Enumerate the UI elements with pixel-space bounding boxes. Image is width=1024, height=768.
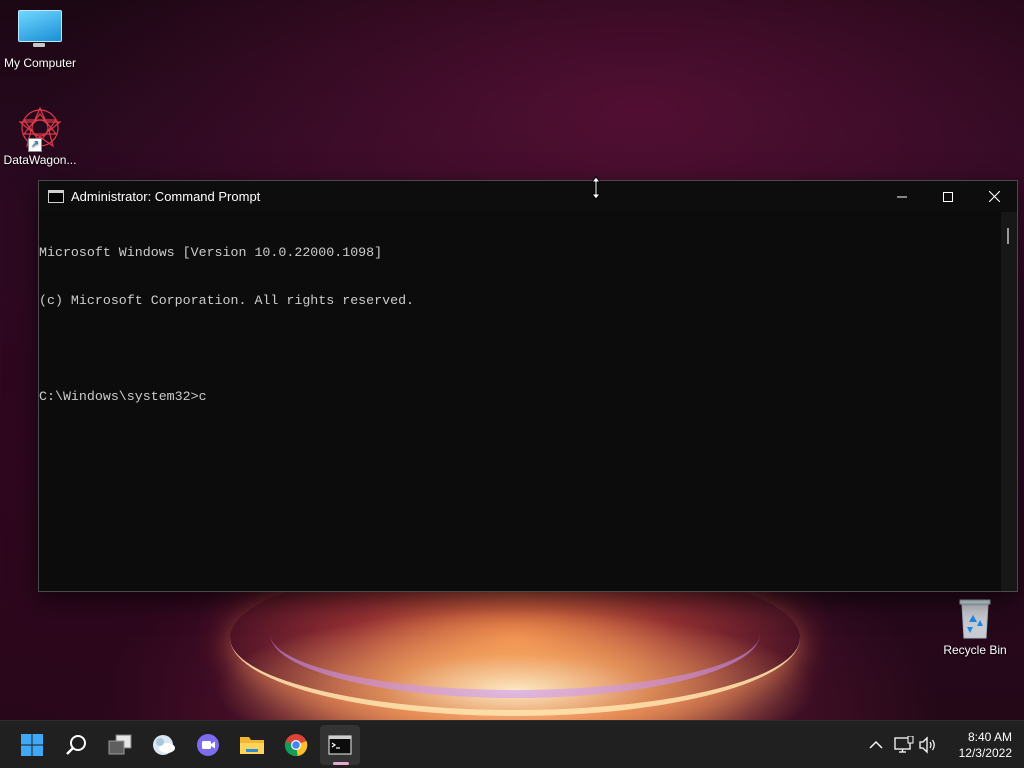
command-prompt-icon (48, 190, 64, 203)
widgets-button[interactable] (144, 725, 184, 765)
shortcut-arrow-icon: ↗ (28, 138, 42, 152)
maximize-button[interactable] (925, 181, 971, 212)
search-button[interactable] (56, 725, 96, 765)
file-explorer-icon (240, 737, 264, 754)
network-icon (894, 736, 914, 753)
datawagon-logo-icon: ↗ (16, 106, 64, 152)
widgets-icon (153, 735, 175, 755)
minimize-button[interactable] (879, 181, 925, 212)
vertical-resize-cursor-icon (590, 176, 602, 200)
taskbar: 8:40 AM 12/3/2022 (0, 720, 1024, 768)
network-button[interactable] (894, 735, 914, 755)
show-hidden-icons-button[interactable] (866, 735, 886, 755)
system-clock[interactable]: 8:40 AM 12/3/2022 (946, 729, 1012, 761)
window-titlebar[interactable]: Administrator: Command Prompt (39, 181, 1017, 212)
file-explorer-button[interactable] (232, 725, 272, 765)
clock-time: 8:40 AM (967, 730, 1012, 744)
volume-button[interactable] (918, 735, 938, 755)
chevron-up-icon (869, 741, 883, 749)
chat-button[interactable] (188, 725, 228, 765)
scrollbar-thumb[interactable] (1007, 228, 1009, 244)
minimize-icon (897, 196, 907, 197)
console-output[interactable]: Microsoft Windows [Version 10.0.22000.10… (39, 212, 1001, 591)
chrome-button[interactable] (276, 725, 316, 765)
chat-icon (197, 734, 219, 756)
close-button[interactable] (971, 181, 1017, 212)
command-prompt-taskbar-button[interactable] (320, 725, 360, 765)
desktop-icon-my-computer[interactable]: My Computer (0, 10, 80, 70)
console-prompt-line: C:\Windows\system32>c (39, 389, 207, 404)
search-icon (66, 735, 86, 755)
desktop-icon-datawagon[interactable]: ↗ DataWagon... (0, 106, 80, 167)
recycle-bin-icon (957, 598, 993, 640)
command-prompt-window[interactable]: Administrator: Command Prompt Microsoft … (38, 180, 1018, 592)
console-scrollbar[interactable] (1001, 212, 1017, 591)
clock-date: 12/3/2022 (958, 746, 1012, 760)
command-prompt-icon (328, 735, 352, 755)
start-icon (21, 734, 43, 756)
desktop-icon-label: Recycle Bin (943, 643, 1007, 657)
console-line: Microsoft Windows [Version 10.0.22000.10… (39, 245, 383, 260)
start-button[interactable] (12, 725, 52, 765)
maximize-icon (943, 191, 953, 202)
volume-icon (919, 736, 935, 754)
task-view-icon (108, 734, 132, 755)
computer-monitor-icon (18, 10, 62, 47)
active-app-indicator (333, 762, 349, 765)
console-line: (c) Microsoft Corporation. All rights re… (39, 293, 415, 308)
desktop-icon-label: DataWagon... (3, 153, 77, 167)
chrome-icon (284, 734, 308, 757)
task-view-button[interactable] (100, 725, 140, 765)
close-icon (988, 191, 1000, 202)
desktop-icon-label: My Computer (3, 56, 77, 70)
desktop-icon-recycle-bin[interactable]: Recycle Bin (935, 598, 1015, 657)
window-title: Administrator: Command Prompt (71, 189, 261, 204)
